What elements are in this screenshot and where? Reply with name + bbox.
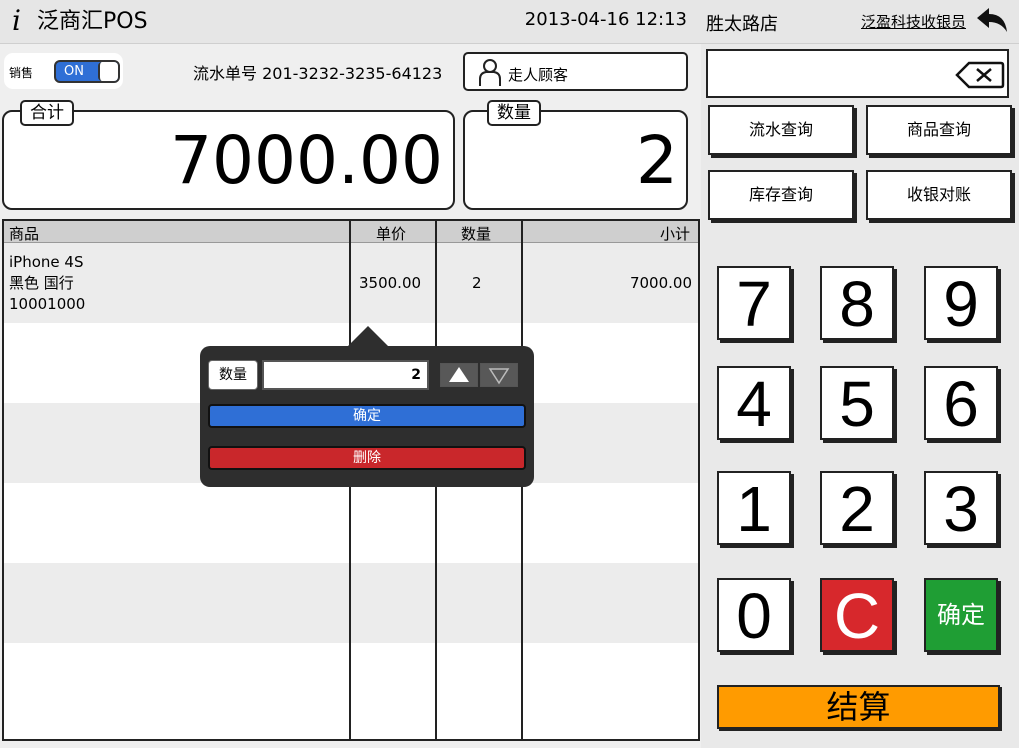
mode-switch: 销售 ON xyxy=(4,53,123,89)
product-code: 10001000 xyxy=(9,295,86,313)
subtotal-cell: 7000.00 xyxy=(629,274,692,292)
key-6[interactable]: 6 xyxy=(924,366,998,440)
key-confirm[interactable]: 确定 xyxy=(924,578,998,652)
app-header: i 泛商汇POS 2013-04-16 12:13 xyxy=(0,0,701,44)
checkout-button[interactable]: 结算 xyxy=(717,685,1000,729)
table-row[interactable] xyxy=(4,243,698,323)
store-name: 胜太路店 xyxy=(706,14,778,35)
datetime: 2013-04-16 12:13 xyxy=(524,9,687,30)
popover-confirm-button[interactable]: 确定 xyxy=(208,404,526,428)
column-header-product: 商品 xyxy=(9,225,40,243)
total-panel: 合计 7000.00 xyxy=(2,100,455,210)
popover-arrow xyxy=(348,326,388,346)
store-header: 胜太路店 泛盈科技收银员 xyxy=(701,0,1019,44)
increment-button[interactable] xyxy=(440,363,478,387)
column-header-quantity: 数量 xyxy=(461,225,492,243)
back-arrow-icon[interactable] xyxy=(975,6,1009,34)
popover-delete-button[interactable]: 删除 xyxy=(208,446,526,470)
person-icon xyxy=(479,59,501,86)
left-pane: i 泛商汇POS 2013-04-16 12:13 销售 ON 流水单号 201… xyxy=(0,0,701,748)
barcode-search-box xyxy=(706,49,1009,98)
cashier-link[interactable]: 泛盈科技收银员 xyxy=(861,11,966,32)
quantity-panel: 数量 2 xyxy=(463,100,688,210)
quantity-value: 2 xyxy=(636,122,678,199)
column-header-price: 单价 xyxy=(376,225,407,243)
inventory-query-button[interactable]: 库存查询 xyxy=(708,170,854,220)
product-name-cell: iPhone 4S 黑色 国行 10001000 xyxy=(9,252,85,315)
key-5[interactable]: 5 xyxy=(820,366,894,440)
customer-button[interactable]: 走人顾客 xyxy=(463,52,688,91)
key-1[interactable]: 1 xyxy=(717,471,791,545)
key-0[interactable]: 0 xyxy=(717,578,791,652)
decrement-button[interactable] xyxy=(480,363,518,387)
key-9[interactable]: 9 xyxy=(924,266,998,340)
toggle-knob xyxy=(98,62,118,81)
info-icon: i xyxy=(12,4,21,37)
triangle-up-icon xyxy=(449,367,469,382)
table-header: 商品 单价 数量 小计 xyxy=(4,221,698,243)
transaction-query-button[interactable]: 流水查询 xyxy=(708,105,854,155)
quantity-edit-popover: 数量 确定 删除 xyxy=(200,326,534,487)
product-query-button[interactable]: 商品查询 xyxy=(866,105,1012,155)
barcode-input[interactable] xyxy=(712,59,942,88)
app-title: 泛商汇POS xyxy=(37,9,148,34)
key-2[interactable]: 2 xyxy=(820,471,894,545)
quantity-label: 数量 xyxy=(487,100,541,126)
serial-number: 流水单号 201-3232-3235-64123 xyxy=(193,64,443,83)
sale-mode-toggle[interactable]: ON xyxy=(54,60,120,83)
product-name: iPhone 4S xyxy=(9,253,84,271)
triangle-down-icon xyxy=(488,368,510,385)
reconcile-button[interactable]: 收银对账 xyxy=(866,170,1012,220)
key-clear[interactable]: C xyxy=(820,578,894,652)
table-row-empty xyxy=(4,563,698,643)
key-7[interactable]: 7 xyxy=(717,266,791,340)
quantity-cell: 2 xyxy=(472,274,482,292)
total-value: 7000.00 xyxy=(170,122,443,199)
backspace-clear-icon[interactable] xyxy=(955,61,1005,89)
price-cell: 3500.00 xyxy=(359,274,422,292)
toggle-text: ON xyxy=(64,64,84,79)
right-pane: 胜太路店 泛盈科技收银员 流水查询 商品查询 库存查询 收银对账 7 8 9 4… xyxy=(701,0,1019,748)
key-8[interactable]: 8 xyxy=(820,266,894,340)
product-spec: 黑色 国行 xyxy=(9,274,74,292)
total-label: 合计 xyxy=(20,100,74,126)
column-header-subtotal: 小计 xyxy=(659,225,690,243)
key-3[interactable]: 3 xyxy=(924,471,998,545)
quantity-input[interactable] xyxy=(262,360,429,390)
customer-label: 走人顾客 xyxy=(508,66,569,84)
mode-label: 销售 xyxy=(9,66,34,80)
key-4[interactable]: 4 xyxy=(717,366,791,440)
popover-quantity-label: 数量 xyxy=(208,360,258,390)
